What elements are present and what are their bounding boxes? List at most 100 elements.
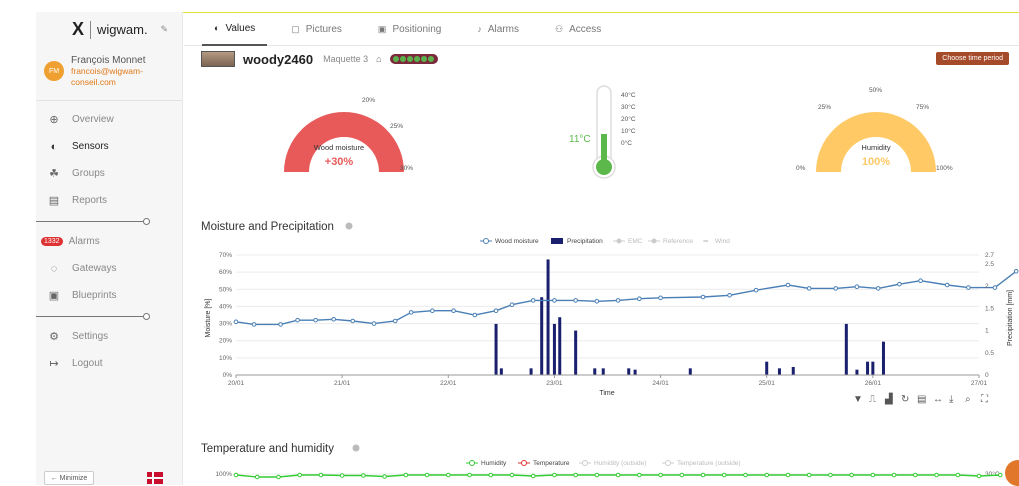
- wood-moisture-point: [573, 298, 578, 303]
- tab-label: Pictures: [305, 23, 342, 35]
- y2-tick-label: 2.7: [985, 252, 994, 259]
- wood-moisture-point: [472, 312, 478, 318]
- humidity-point: [403, 472, 409, 478]
- positioning-icon: ▣: [377, 23, 387, 34]
- choose-time-period-button[interactable]: Choose time period: [936, 52, 1009, 65]
- humidity-point: [297, 472, 302, 478]
- wood-moisture-point: [992, 285, 998, 290]
- nav-secondary: 1332 Alarms ◌ Gateways ▣ Blueprints: [36, 228, 182, 309]
- y2-tick-label: 1: [985, 328, 989, 335]
- moisture-gauge-value: +30%: [325, 156, 354, 168]
- wood-moisture-point: [331, 316, 336, 322]
- tab-bar: ◐ Values ▢ Pictures ▣ Positioning ♪ Alarms ⚇…: [184, 12, 1019, 46]
- precipitation-bar: [494, 323, 498, 375]
- thermometer-gauge: 40°C 30°C 20°C 10°C 0°C 11°C: [569, 85, 636, 179]
- y-axis-label: Moisture [%]: [205, 298, 212, 337]
- humidity-point: [806, 472, 812, 478]
- wood-moisture-point: [700, 294, 706, 300]
- calendar-icon: ▤: [917, 394, 926, 405]
- language-flag-icon[interactable]: [147, 472, 163, 484]
- blueprint-icon: ▣: [48, 290, 60, 302]
- wood-moisture-point: [785, 282, 791, 288]
- wood-moisture-point: [430, 308, 435, 314]
- sidebar-item-blueprints[interactable]: ▣ Blueprints: [36, 282, 182, 309]
- sidebar-item-logout[interactable]: ↦ Logout: [36, 350, 182, 377]
- chart-title: Temperature and humidity: [201, 443, 334, 455]
- user-profile[interactable]: FM François Monnet francois@wigwam-conse…: [36, 47, 182, 101]
- tab-pictures[interactable]: ▢ Pictures: [279, 12, 354, 46]
- sidebar-item-reports[interactable]: ▤ Reports: [36, 187, 182, 214]
- temperature-value: 11°C: [569, 134, 591, 145]
- pin-icon[interactable]: ✎: [160, 24, 168, 35]
- sidebar-item-label: Groups: [72, 168, 105, 179]
- tab-label: Positioning: [392, 23, 442, 35]
- humidity-point: [891, 472, 897, 478]
- humidity-gauge-label: Humidity: [861, 143, 890, 152]
- y2-tick-label: 0: [985, 372, 989, 379]
- users-icon: ⚇: [554, 23, 564, 34]
- precipitation-bar: [633, 369, 637, 375]
- sidebar-item-settings[interactable]: ⚙ Settings: [36, 323, 182, 350]
- logo-divider: [90, 20, 92, 39]
- wood-moisture-point: [1013, 268, 1019, 274]
- divider-slider: [36, 214, 182, 228]
- humidity-point: [615, 472, 621, 478]
- sidebar-item-alarms[interactable]: 1332 Alarms: [36, 228, 182, 255]
- x-axis-label: Time: [599, 390, 614, 397]
- humidity-point: [637, 472, 642, 478]
- tab-access[interactable]: ⚇ Access: [543, 12, 613, 46]
- gauge-tick: 100%: [936, 165, 953, 172]
- humidity-point: [955, 472, 961, 478]
- y-tick-label: 60%: [219, 269, 232, 276]
- nav-tertiary: ⚙ Settings ↦ Logout: [36, 323, 182, 377]
- precipitation-bar: [866, 361, 870, 375]
- wood-moisture-point: [251, 322, 257, 327]
- precipitation-bar: [881, 341, 885, 375]
- humidity-point: [254, 474, 260, 480]
- tab-values[interactable]: ◐ Values: [202, 12, 268, 46]
- sidebar-item-sensors[interactable]: ◐ Sensors: [36, 133, 182, 160]
- y2-tick-label: 2: [985, 283, 989, 290]
- minimize-button[interactable]: ← Minimize: [44, 471, 94, 485]
- main-content: ◐ Values ▢ Pictures ▣ Positioning ♪ Alarms ⚇…: [184, 12, 1019, 486]
- gateway-icon: ◌: [50, 262, 58, 275]
- pictures-icon: ▢: [291, 23, 300, 34]
- gauge-tick: 0%: [796, 165, 806, 172]
- humidity-point: [828, 472, 833, 478]
- precipitation-bar: [688, 368, 692, 375]
- sidebar-item-label: Settings: [72, 331, 109, 342]
- humidity-point: [785, 472, 791, 478]
- wood-moisture-point: [594, 298, 600, 304]
- zoom-icon: ⌕: [965, 394, 971, 405]
- sidebar-item-groups[interactable]: ☘ Groups: [36, 160, 182, 187]
- logo[interactable]: X wigwam. ✎: [36, 12, 182, 47]
- tab-alarms[interactable]: ♪ Alarms: [465, 12, 531, 46]
- sensor-icon: ◐: [50, 140, 58, 153]
- precipitation-bar: [529, 368, 533, 375]
- humidity-point: [658, 472, 663, 478]
- precipitation-bar: [777, 368, 781, 375]
- sidebar-item-gateways[interactable]: ◌ Gateways: [36, 255, 182, 282]
- tab-positioning[interactable]: ▣ Positioning: [366, 12, 453, 46]
- precipitation-bar: [540, 297, 544, 375]
- humidity-point: [233, 472, 239, 478]
- settings-icon: ⚙: [49, 331, 59, 343]
- legend-item: EMC: [628, 238, 643, 245]
- wood-moisture-point: [233, 319, 239, 325]
- sensor-thumbnail[interactable]: [201, 51, 235, 67]
- y2-tick-label: 2.5: [985, 261, 994, 268]
- building-icon: ⌂: [376, 54, 382, 64]
- sensor-location: Maquette 3: [323, 54, 369, 64]
- wood-moisture-point: [727, 292, 732, 298]
- chart-toolbar: ▼ ⎍ ▟ ↻ ▤ ↔ ⤓ ⌕ ⛶: [853, 392, 989, 405]
- x-tick-label: 24/01: [652, 380, 669, 387]
- humidity-point: [721, 472, 727, 478]
- wood-moisture-point: [530, 298, 536, 303]
- wood-moisture-point: [509, 302, 515, 308]
- nav-primary: ⊕ Overview ◐ Sensors ☘ Groups ▤ Reports: [36, 106, 182, 214]
- fullscreen-icon: ⛶: [980, 394, 989, 405]
- chart-legend: Humidity Temperature Humidity (outside) …: [466, 460, 741, 467]
- y-tick-label: 40%: [219, 303, 232, 310]
- precipitation-bar: [499, 368, 503, 375]
- sidebar-item-overview[interactable]: ⊕ Overview: [36, 106, 182, 133]
